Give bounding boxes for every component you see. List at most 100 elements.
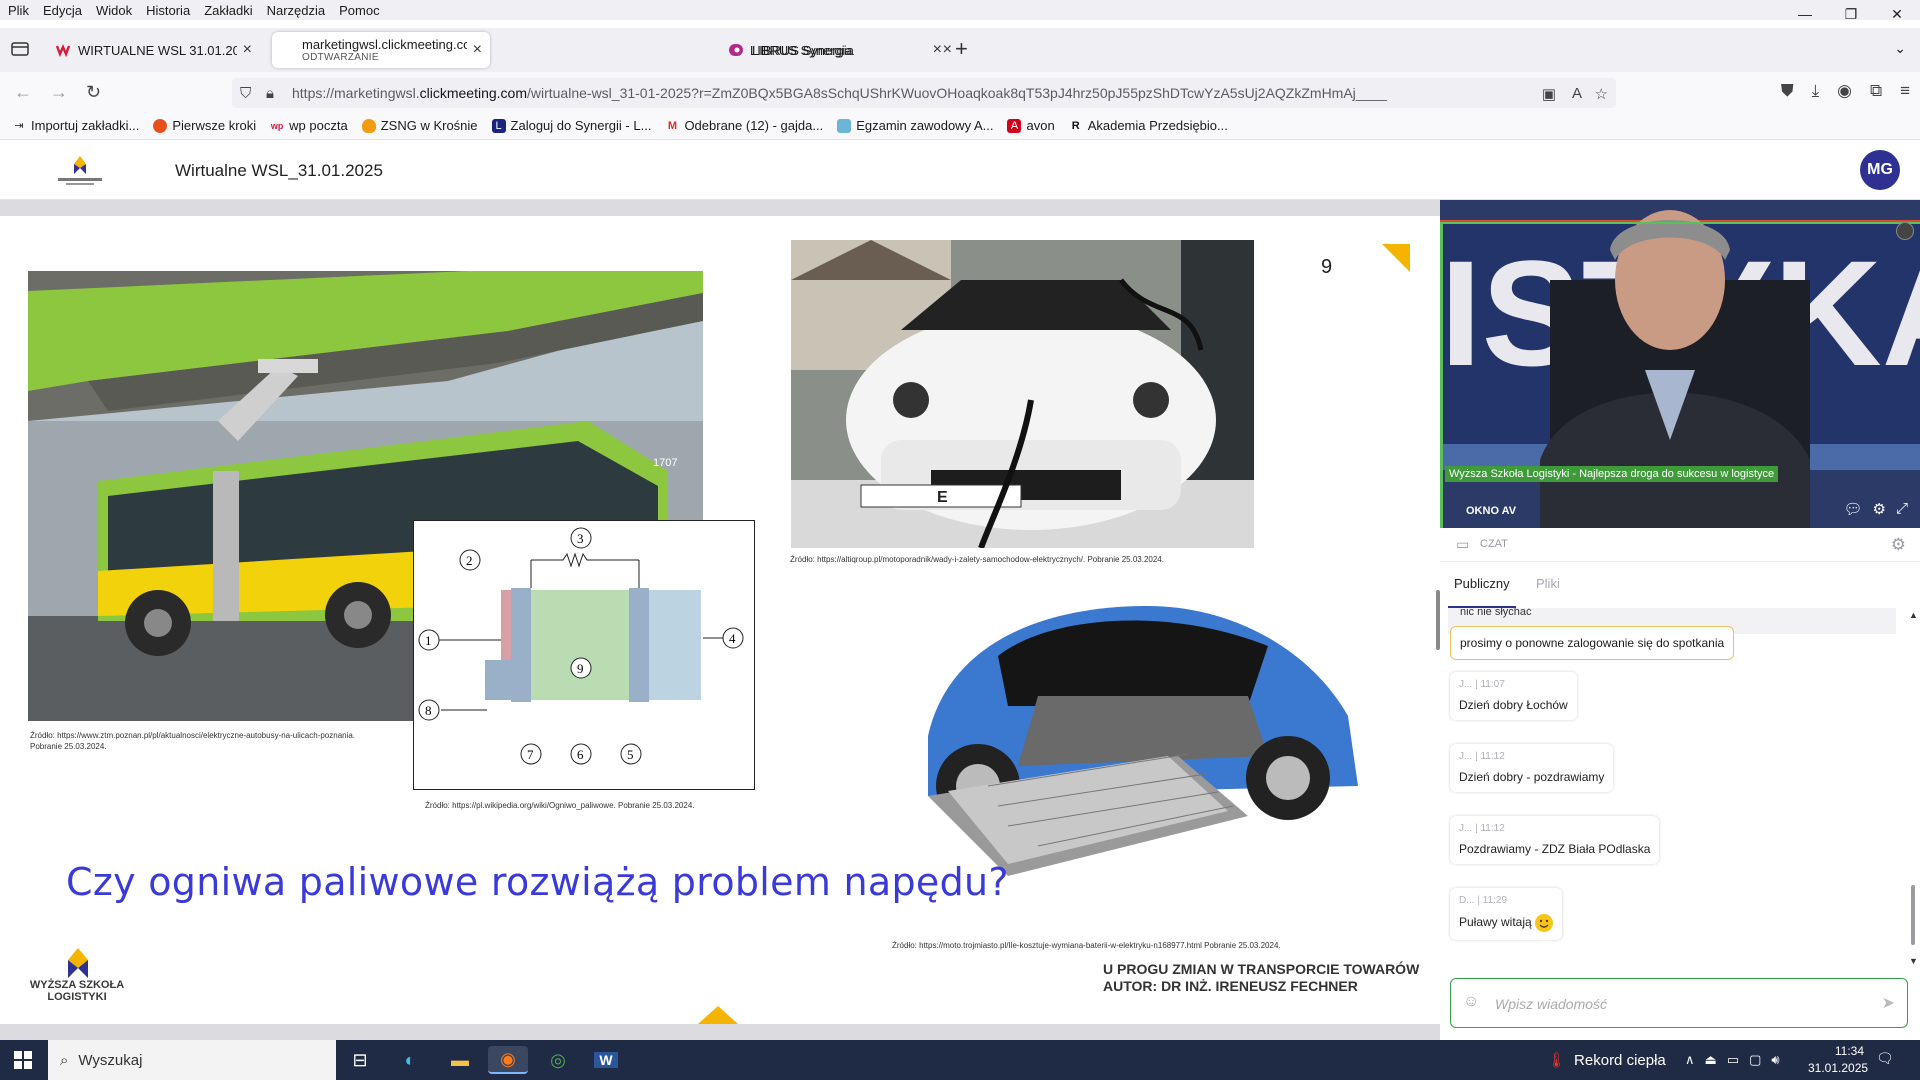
menu-widok[interactable]: Widok	[96, 3, 132, 18]
diagram-label-3: 3	[577, 531, 584, 546]
taskbar-search[interactable]: ⌕ Wyszukaj	[48, 1040, 336, 1080]
bookmark-zsng[interactable]: ZSNG w Krośnie	[361, 118, 478, 133]
download-icon[interactable]: ⤓	[1812, 81, 1820, 101]
usb-icon[interactable]: ⏏	[1705, 1052, 1717, 1068]
menu-historia[interactable]: Historia	[146, 3, 190, 18]
scroll-down-icon[interactable]: ▼	[1909, 956, 1918, 966]
message-meta: J... | 11:12	[1459, 823, 1505, 834]
shield-icon[interactable]: ⛉	[240, 85, 251, 102]
pocket-icon[interactable]: ⛊	[1781, 81, 1794, 101]
restore-icon[interactable]: ❐	[1828, 0, 1874, 28]
source-bus: Źródło: https://www.ztm.poznan.pl/pl/akt…	[30, 730, 355, 752]
scroll-up-icon[interactable]: ▲	[1909, 610, 1918, 620]
bookmarks-bar: ⇥ Importuj zakładki... Pierwsze kroki wp w…	[0, 112, 1920, 140]
bookmark-gmail[interactable]: M Odebrane (12) - gajda...	[665, 118, 823, 133]
mic-status-icon[interactable]	[1896, 222, 1914, 240]
bookmark-avon[interactable]: Aavon	[1007, 118, 1055, 133]
chat-scrollbar[interactable]: ▲ ▼	[1906, 610, 1920, 970]
bookmark-pierwsze-kroki[interactable]: Pierwsze kroki	[153, 118, 256, 133]
emoji-icon[interactable]: ☺	[1463, 993, 1479, 1011]
close-tab-icon[interactable]: ×	[943, 41, 952, 59]
bookmark-label: wp poczta	[289, 118, 348, 133]
hamburger-menu-icon[interactable]: ≡	[1900, 81, 1910, 101]
chat-message: J... | 11:12 Dzień dobry - pozdrawiamy	[1450, 744, 1614, 792]
tab-librus-2[interactable]: LIBRUS Synergia ×	[722, 32, 960, 68]
menu-edycja[interactable]: Edycja	[43, 3, 82, 18]
chevron-down-icon[interactable]: ⌄	[1894, 40, 1906, 57]
tab-label: WIRTUALNE WSL 31.01.2025 - W	[78, 42, 237, 58]
tab-list-icon[interactable]	[10, 40, 30, 58]
bookmark-label: Zaloguj do Synergii - L...	[510, 118, 652, 133]
minimize-icon[interactable]: —	[1782, 0, 1828, 28]
expand-up-icon[interactable]	[698, 1006, 738, 1024]
chevron-up-icon[interactable]: ∧	[1685, 1052, 1695, 1068]
avon-icon: A	[1007, 118, 1022, 133]
reload-icon[interactable]: ↻	[86, 82, 101, 103]
settings-icon[interactable]: ⚙	[1873, 500, 1886, 518]
word-icon[interactable]: W	[586, 1046, 626, 1074]
file-explorer-icon[interactable]: ▬	[440, 1046, 480, 1074]
wsl-logo	[58, 156, 102, 185]
scroll-thumb[interactable]	[1911, 885, 1915, 945]
back-icon[interactable]: ←	[14, 82, 32, 103]
address-bar[interactable]: ⛉ 🔒︎ https://marketingwsl. clickmeeting.c…	[232, 78, 1616, 108]
tab-wirtualne[interactable]: WIRTUALNE WSL 31.01.2025 - W ×	[48, 32, 260, 68]
windows-start-icon[interactable]	[14, 1051, 32, 1069]
bookmark-wp-poczta[interactable]: wp wp poczta	[270, 118, 348, 133]
bookmark-akademia[interactable]: R Akademia Przedsiębio...	[1069, 118, 1228, 133]
avatar[interactable]: MG	[1860, 150, 1900, 190]
volume-icon[interactable]: 🔊︎	[1771, 1052, 1779, 1068]
new-tab-icon[interactable]: +	[955, 36, 968, 62]
firefox-taskbar-icon[interactable]: ◉	[488, 1046, 528, 1074]
forward-icon[interactable]: →	[50, 82, 68, 103]
menu-plik[interactable]: Plik	[8, 3, 29, 18]
tab-clickmeeting[interactable]: marketingwsl.clickmeeting.com ODTWARZANI…	[272, 32, 490, 68]
close-window-icon[interactable]: ✕	[1874, 0, 1920, 28]
extensions-icon[interactable]: ⧉	[1870, 81, 1882, 101]
lock-icon[interactable]: 🔒︎	[266, 85, 274, 102]
clock-date: 31.01.2025	[1808, 1061, 1869, 1075]
tab-publiczny[interactable]: Publiczny	[1454, 576, 1510, 591]
account-icon[interactable]: ◉	[1837, 81, 1852, 101]
bookmark-label: Importuj zakładki...	[31, 118, 140, 133]
bookmark-egzamin[interactable]: Egzamin zawodowy A...	[837, 118, 993, 133]
diagram-label-8: 8	[425, 703, 432, 718]
star-icon[interactable]: ☆	[1595, 85, 1608, 103]
chrome-icon[interactable]: ◎	[538, 1046, 578, 1074]
chat-messages: nic nie słychać prosimy o ponowne zalogo…	[1440, 608, 1906, 968]
clock[interactable]: 11:34 31.01.2025	[1808, 1043, 1869, 1077]
weather-widget[interactable]: 🌡︎ Rekord ciepła	[1547, 1051, 1666, 1070]
message-text-value: Puławy witają	[1459, 915, 1532, 930]
tab-label: marketingwsl.clickmeeting.com ODTWARZANI…	[280, 37, 467, 63]
notification-icon[interactable]: 🗨︎	[1876, 1050, 1894, 1067]
bookmark-synergia[interactable]: L Zaloguj do Synergii - L...	[491, 118, 652, 133]
edge-icon[interactable]: ◐	[390, 1046, 430, 1074]
menu-zakladki[interactable]: Zakładki	[204, 3, 252, 18]
chat-bubble-icon[interactable]: 💬︎	[1843, 500, 1862, 518]
close-tab-icon[interactable]: ×	[473, 41, 482, 59]
close-tab-icon[interactable]: ×	[243, 41, 252, 59]
menu-pomoc[interactable]: Pomoc	[339, 3, 379, 18]
network-icon[interactable]: ▢	[1749, 1052, 1761, 1068]
weather-text: Rekord ciepła	[1574, 1051, 1666, 1069]
bookmark-label: Akademia Przedsiębio...	[1087, 118, 1228, 133]
message-text: Pozdrawiamy - ZDZ Biała POdlaska	[1459, 842, 1651, 856]
translate-icon[interactable]: A	[1572, 85, 1582, 102]
bookmark-import[interactable]: ⇥ Importuj zakładki...	[12, 118, 139, 133]
chat-message: J... | 11:12 Pozdrawiamy - ZDZ Biała POd…	[1450, 816, 1660, 864]
battery-icon[interactable]: ▭	[1727, 1052, 1739, 1068]
message-text: Puławy witają	[1459, 914, 1553, 932]
slide: 1707 E 9 Źródło: https://altiqroup.pl/mo…	[0, 216, 1440, 1024]
picture-in-picture-icon[interactable]: ▣	[1542, 85, 1556, 103]
source-bmw: Źródło: https://moto.trojmiasto.pl/Ile-k…	[892, 941, 1281, 950]
send-icon[interactable]: ➤	[1882, 993, 1895, 1013]
bookmark-label: Pierwsze kroki	[172, 118, 257, 133]
expand-icon[interactable]: ⤢	[1896, 500, 1908, 518]
menu-narzedzia[interactable]: Narzędzia	[267, 3, 326, 18]
task-view-icon[interactable]: ⊟	[340, 1046, 380, 1074]
footer-title: U PROGU ZMIAN W TRANSPORCIE TOWARÓW	[1103, 961, 1420, 977]
tab-pliki[interactable]: Pliki	[1536, 576, 1560, 591]
message-input[interactable]	[1495, 993, 1835, 1015]
message-text: Dzień dobry Łochów	[1459, 698, 1568, 712]
gear-icon[interactable]: ⚙	[1891, 535, 1906, 555]
